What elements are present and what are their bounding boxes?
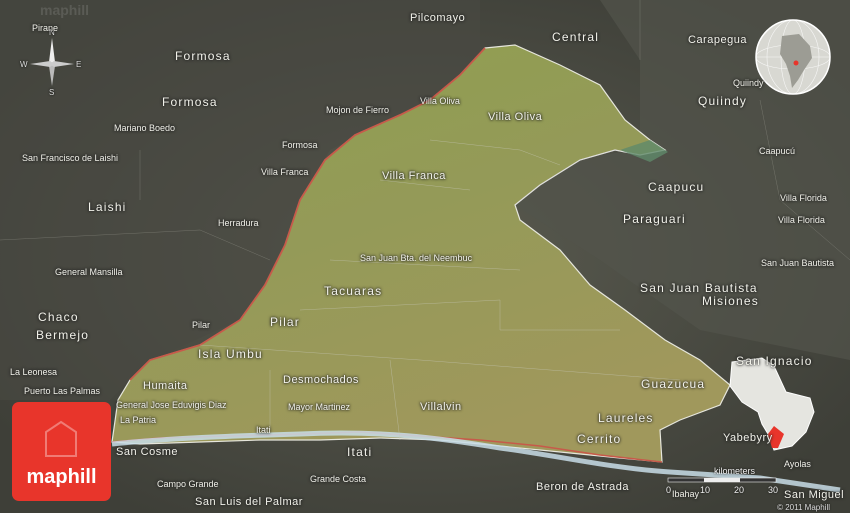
- place-label: Mayor Martinez: [288, 402, 351, 412]
- scale-bar-graphic: [667, 477, 777, 483]
- place-label: Villa Florida: [778, 215, 825, 225]
- place-label: San Ignacio: [736, 354, 813, 368]
- scale-tick: 0: [666, 485, 672, 495]
- place-label: Villa Florida: [780, 193, 827, 203]
- place-label: Paraguari: [623, 212, 686, 226]
- place-label: La Leonesa: [10, 367, 58, 377]
- place-label: Caapucu: [648, 180, 705, 194]
- scale-bar: kilometers 0 10 20 30: [664, 466, 784, 496]
- place-label: Villa Franca: [382, 170, 446, 182]
- scale-tick: 20: [734, 485, 745, 495]
- place-label: General Jose Eduvigis Diaz: [116, 400, 227, 410]
- compass-w: W: [20, 60, 28, 69]
- place-label: Pilar: [192, 320, 211, 330]
- copyright: © 2011 Maphill: [777, 503, 830, 512]
- place-label: Formosa: [162, 95, 218, 109]
- place-label: Ayolas: [784, 459, 811, 469]
- place-label: San Juan Bautista: [761, 258, 835, 268]
- place-label: San Francisco de Laishi: [22, 153, 119, 163]
- compass-rose: N S E W: [20, 26, 84, 98]
- place-label: Isla Umbu: [198, 347, 263, 361]
- place-label: Guazucua: [641, 377, 706, 391]
- place-label: Central: [552, 30, 600, 44]
- place-label: General Mansilla: [55, 267, 123, 277]
- place-label: Grande Costa: [310, 474, 367, 484]
- place-label: Pilar: [270, 315, 301, 329]
- globe-locator: [754, 18, 832, 96]
- maphill-logo[interactable]: maphill: [12, 402, 111, 501]
- place-label: Beron de Astrada: [536, 481, 630, 493]
- place-label: Quiindy: [698, 94, 748, 108]
- place-label: Laishi: [88, 200, 127, 214]
- place-label: Carapegua: [688, 34, 747, 46]
- place-label: Bermejo: [36, 328, 90, 342]
- place-label: San Miguel: [784, 489, 845, 501]
- place-label: Formosa: [282, 140, 318, 150]
- place-label: Pilcomayo: [410, 12, 466, 24]
- place-label: Herradura: [218, 218, 259, 228]
- place-label: Tacuaras: [324, 284, 383, 298]
- place-label: Pirane: [32, 23, 59, 33]
- scale-tick: 30: [768, 485, 779, 495]
- place-label: Caapucú: [759, 146, 796, 156]
- place-label: Puerto Las Palmas: [24, 386, 101, 396]
- place-label: Mariano Boedo: [114, 123, 176, 133]
- compass-s: S: [49, 88, 55, 97]
- compass-e: E: [76, 60, 82, 69]
- logo-mark-icon: [45, 420, 77, 457]
- scale-tick: 10: [700, 485, 711, 495]
- logo-text: maphill: [26, 466, 97, 488]
- place-label: Desmochados: [283, 374, 359, 386]
- place-label: Misiones: [702, 294, 759, 308]
- place-label: Chaco: [38, 310, 79, 324]
- place-label: Campo Grande: [157, 479, 219, 489]
- place-label: San Juan Bta. del Neembuc: [360, 253, 473, 263]
- map-view[interactable]: maphill N S E W Pilcomayo Central Carape…: [0, 0, 850, 513]
- place-label: Formosa: [175, 49, 231, 63]
- place-label: Mojon de Fierro: [326, 105, 390, 115]
- place-label: Villalvin: [420, 401, 462, 413]
- place-label: Itati: [347, 445, 373, 459]
- watermark: maphill: [40, 2, 90, 18]
- place-label: Itati: [256, 425, 271, 435]
- place-label: Cerrito: [577, 432, 622, 446]
- place-label: Yabebyry: [723, 432, 773, 444]
- place-label: Laureles: [598, 411, 654, 425]
- globe-icon: [755, 19, 831, 95]
- place-label: San Juan Bautista: [640, 281, 758, 295]
- place-label: Humaita: [143, 380, 188, 392]
- place-label: Villa Oliva: [488, 111, 543, 123]
- place-label: La Patria: [120, 415, 157, 425]
- place-label: Quiindy: [733, 78, 764, 88]
- place-label: San Cosme: [116, 446, 178, 458]
- place-label: Villa Franca: [261, 167, 309, 177]
- place-label: San Luis del Palmar: [195, 496, 303, 508]
- place-label: Villa Oliva: [420, 96, 460, 106]
